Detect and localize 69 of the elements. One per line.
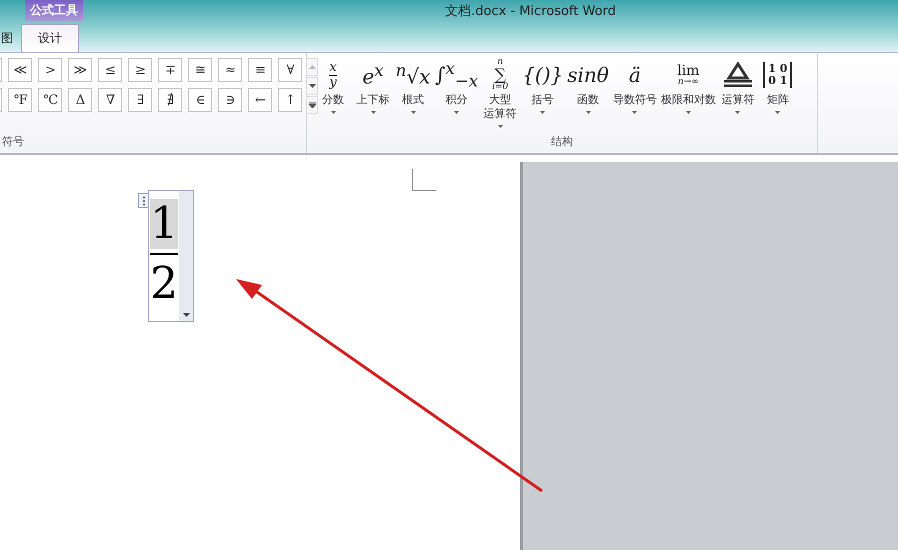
group-label: 结构 [550, 134, 574, 150]
symbol-button[interactable]: Δ [68, 88, 92, 112]
symbol-button[interactable]: ∄ [158, 88, 182, 112]
symbol-button[interactable]: ∋ [218, 88, 242, 112]
symbol-button[interactable]: ≪ [8, 58, 32, 82]
caret-icon [330, 111, 336, 114]
symbol-button[interactable]: ∇ [98, 88, 122, 112]
symbol-button[interactable]: ∀ [278, 58, 302, 82]
context-tab-header: 公式工具 [25, 0, 83, 21]
structure-button[interactable]: 1 0 0 1 矩阵 [760, 57, 796, 128]
page-corner-mark [412, 169, 436, 191]
caret-icon [686, 111, 691, 114]
symbol-button[interactable]: ← [248, 88, 272, 112]
symbol-button[interactable]: ≡ [248, 58, 272, 82]
denominator: 2 [150, 259, 178, 309]
caret-icon [586, 111, 591, 114]
ribbon-tab[interactable]: 设计 [21, 24, 79, 52]
structure-button[interactable]: n ∑ i=0 大型 运算符 [482, 57, 518, 128]
scroll-down-button[interactable] [306, 77, 318, 95]
symbol-button[interactable]: ↑ [278, 88, 302, 112]
caret-icon [410, 111, 416, 114]
math-glyph: sinθ [567, 63, 609, 87]
equation-handle[interactable] [138, 193, 149, 208]
structure-button[interactable]: 运算符 [720, 57, 756, 128]
expand-icon [308, 102, 316, 108]
structure-button[interactable]: $^{n}$√x 根式 [395, 57, 431, 128]
triangle-lines-icon [722, 62, 753, 88]
math-glyph: {()} [522, 63, 564, 87]
symbol-button[interactable]: °F [8, 88, 32, 112]
math-glyph: e$^{x}$ [362, 61, 384, 89]
more-button[interactable] [306, 96, 318, 114]
symbol-button[interactable]: ∈ [188, 88, 212, 112]
caret-icon [775, 111, 780, 114]
symbol-button[interactable]: ≥ [128, 58, 152, 82]
structure-button[interactable]: lim n→∞ 极限和对数 [660, 57, 716, 128]
symbol-button[interactable]: ∓ [158, 58, 182, 82]
symbol-button[interactable]: °C [38, 88, 62, 112]
symbol-button[interactable]: ≈ [218, 58, 242, 82]
ribbon-tab[interactable]: 图 [0, 24, 13, 52]
caret-icon [182, 313, 190, 317]
equation-box[interactable]: 1 2 [148, 190, 194, 322]
symbol-button[interactable]: ∃ [128, 88, 152, 112]
caret-icon [632, 111, 638, 114]
dots-icon [142, 196, 146, 206]
window-title: 文档.docx - Microsoft Word [445, 2, 616, 20]
caret-icon [540, 111, 546, 114]
caret-icon [735, 111, 740, 114]
caret-icon [370, 111, 376, 114]
structure-button[interactable]: ä 导数符号 [612, 57, 657, 128]
symbol-button[interactable]: > [38, 58, 62, 82]
math-glyph: ä [628, 63, 641, 87]
matrix-glyph: 1 0 0 1 [763, 62, 792, 88]
structure-button[interactable]: {()} 括号 [522, 57, 564, 128]
symbol-button[interactable]: ≅ [188, 58, 212, 82]
fraction-glyph: x y [329, 60, 337, 90]
math-glyph: $^{n}$√x [396, 61, 430, 89]
up-arrow-icon [308, 65, 316, 69]
symbol-button[interactable]: ≤ [98, 58, 122, 82]
math-glyph: n ∑ i=0 [492, 58, 508, 92]
symbol-button[interactable]: ≫ [68, 58, 92, 82]
structure-button[interactable]: x y 分数 [315, 57, 351, 128]
math-glyph: lim n→∞ [677, 64, 700, 86]
down-arrow-icon [308, 84, 316, 88]
caret-icon [498, 125, 503, 128]
caret-icon [454, 111, 460, 114]
numerator: 1 [150, 199, 178, 249]
structure-button[interactable]: e$^{x}$ 上下标 [355, 57, 391, 128]
group-label: 符号 [1, 134, 25, 150]
structure-button[interactable]: sinθ 函数 [567, 57, 609, 128]
